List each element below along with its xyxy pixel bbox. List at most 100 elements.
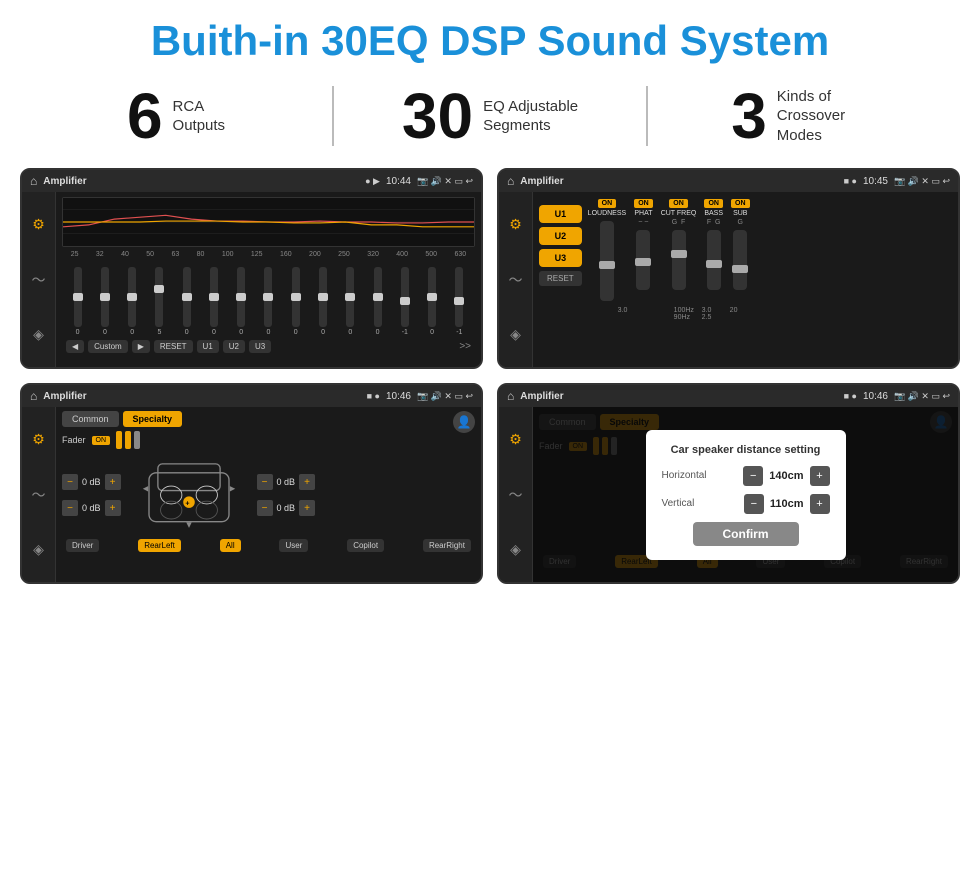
eq-slider-3: 0	[128, 267, 136, 336]
home-icon-s1[interactable]: ⌂	[30, 174, 37, 188]
more-icon[interactable]: >>	[459, 341, 471, 352]
eq-slider-9: 0	[292, 267, 300, 336]
svg-text:+: +	[185, 500, 189, 508]
sub-thumb[interactable]	[732, 265, 748, 273]
home-icon-s4[interactable]: ⌂	[507, 389, 514, 403]
prev-preset-btn[interactable]: ◀	[66, 340, 84, 353]
u3-btn-s1[interactable]: U3	[249, 340, 271, 353]
u1-btn-s1[interactable]: U1	[197, 340, 219, 353]
main-title: Buith-in 30EQ DSP Sound System	[0, 0, 980, 74]
eq-thumb-15[interactable]	[454, 297, 464, 305]
u3-preset-btn[interactable]: U3	[539, 249, 582, 267]
next-preset-btn[interactable]: ▶	[132, 340, 150, 353]
eq-thumb-2[interactable]	[100, 293, 110, 301]
eq-thumb-1[interactable]	[73, 293, 83, 301]
eq-thumb-6[interactable]	[209, 293, 219, 301]
sidebar-wave-icon[interactable]: 〜	[32, 270, 46, 290]
all-btn[interactable]: All	[220, 539, 241, 552]
eq-thumb-11[interactable]	[345, 293, 355, 301]
sidebar-eq-icon-s2[interactable]: ⚙	[509, 216, 522, 233]
phat-on[interactable]: ON	[634, 199, 653, 208]
cutfreq-thumb1[interactable]	[671, 250, 687, 258]
sidebar-eq-icon-s4[interactable]: ⚙	[509, 431, 522, 448]
specialty-tab-s3[interactable]: Specialty	[123, 411, 183, 427]
sub-slider[interactable]	[733, 230, 747, 290]
sidebar-speaker-icon[interactable]: ◈	[33, 326, 44, 343]
eq-slider-4: 5	[155, 267, 163, 336]
eq-thumb-12[interactable]	[373, 293, 383, 301]
eq-slider-14: 0	[428, 267, 436, 336]
stat-rca: 6 RCAOutputs	[40, 84, 312, 148]
sub-on[interactable]: ON	[731, 199, 750, 208]
right-top-minus[interactable]: −	[257, 474, 273, 490]
sidebar-eq-icon-s3[interactable]: ⚙	[32, 431, 45, 448]
eq-thumb-10[interactable]	[318, 293, 328, 301]
eq-thumb-8[interactable]	[263, 293, 273, 301]
right-bot-minus[interactable]: −	[257, 500, 273, 516]
phat-thumb[interactable]	[635, 258, 651, 266]
left-bot-plus[interactable]: +	[105, 500, 121, 516]
driver-btn[interactable]: Driver	[66, 539, 99, 552]
rearleft-btn[interactable]: RearLeft	[138, 539, 181, 552]
vertical-plus[interactable]: +	[810, 494, 830, 514]
sidebar-wave-icon-s4[interactable]: 〜	[509, 485, 523, 505]
horizontal-minus[interactable]: −	[743, 466, 763, 486]
eq-thumb-3[interactable]	[127, 293, 137, 301]
reset-btn-s1[interactable]: RESET	[154, 340, 193, 353]
rearright-btn[interactable]: RearRight	[423, 539, 471, 552]
cutfreq-slider1[interactable]	[672, 230, 686, 290]
left-top-plus[interactable]: +	[105, 474, 121, 490]
loudness-thumb[interactable]	[599, 261, 615, 269]
eq-thumb-9[interactable]	[291, 293, 301, 301]
right-bot-plus[interactable]: +	[299, 500, 315, 516]
vertical-minus[interactable]: −	[744, 494, 764, 514]
common-tab-s3[interactable]: Common	[62, 411, 119, 427]
sidebar-speaker-icon-s2[interactable]: ◈	[510, 326, 521, 343]
u1-preset-btn[interactable]: U1	[539, 205, 582, 223]
u2-preset-btn[interactable]: U2	[539, 227, 582, 245]
sidebar-eq-icon[interactable]: ⚙	[32, 216, 45, 233]
phat-slider[interactable]	[636, 230, 650, 290]
horizontal-plus[interactable]: +	[810, 466, 830, 486]
eq-slider-2: 0	[101, 267, 109, 336]
home-icon-s3[interactable]: ⌂	[30, 389, 37, 403]
vertical-label: Vertical	[662, 498, 695, 509]
user-btn[interactable]: User	[279, 539, 308, 552]
screen3-crossover: ⌂ Amplifier ■ ● 10:46 📷 🔊 ✕ ▭ ↩ ⚙ 〜 ◈ Co…	[20, 383, 483, 584]
u2-btn-s1[interactable]: U2	[223, 340, 245, 353]
bass-on[interactable]: ON	[704, 199, 723, 208]
reset-btn-s2[interactable]: RESET	[539, 271, 582, 286]
car-svg: +	[129, 455, 249, 535]
stat-number-crossover: 3	[731, 84, 767, 148]
bass-slider[interactable]	[707, 230, 721, 290]
home-icon-s2[interactable]: ⌂	[507, 174, 514, 188]
avatar-btn-s3[interactable]: 👤	[453, 411, 475, 433]
sidebar-wave-icon-s2[interactable]: 〜	[509, 270, 523, 290]
bass-thumb[interactable]	[706, 260, 722, 268]
fader-on-badge[interactable]: ON	[92, 436, 111, 445]
loudness-slider[interactable]	[600, 221, 614, 301]
copilot-btn[interactable]: Copilot	[347, 539, 384, 552]
confirm-button[interactable]: Confirm	[693, 522, 799, 546]
sidebar-wave-icon-s3[interactable]: 〜	[32, 485, 46, 505]
eq-thumb-5[interactable]	[182, 293, 192, 301]
eq-thumb-4[interactable]	[154, 285, 164, 293]
loudness-on[interactable]: ON	[598, 199, 617, 208]
screen1-status-icons: 📷 🔊 ✕ ▭ ↩	[417, 176, 473, 187]
left-top-minus[interactable]: −	[62, 474, 78, 490]
horizontal-controls: − 140cm +	[743, 466, 829, 486]
eq-thumb-13[interactable]	[400, 297, 410, 305]
fader-bar-1	[116, 431, 122, 449]
screen3-content: Common Specialty 👤 Fader ON	[56, 407, 481, 582]
dialog-overlay: Car speaker distance setting Horizontal …	[533, 407, 958, 582]
cutfreq-on[interactable]: ON	[669, 199, 688, 208]
preset-label[interactable]: Custom	[88, 340, 128, 353]
sidebar-speaker-icon-s3[interactable]: ◈	[33, 541, 44, 558]
right-top-plus[interactable]: +	[299, 474, 315, 490]
horizontal-row: Horizontal − 140cm +	[662, 466, 830, 486]
speaker-area: − 0 dB + − 0 dB +	[62, 455, 475, 535]
eq-thumb-7[interactable]	[236, 293, 246, 301]
sidebar-speaker-icon-s4[interactable]: ◈	[510, 541, 521, 558]
eq-thumb-14[interactable]	[427, 293, 437, 301]
left-bot-minus[interactable]: −	[62, 500, 78, 516]
